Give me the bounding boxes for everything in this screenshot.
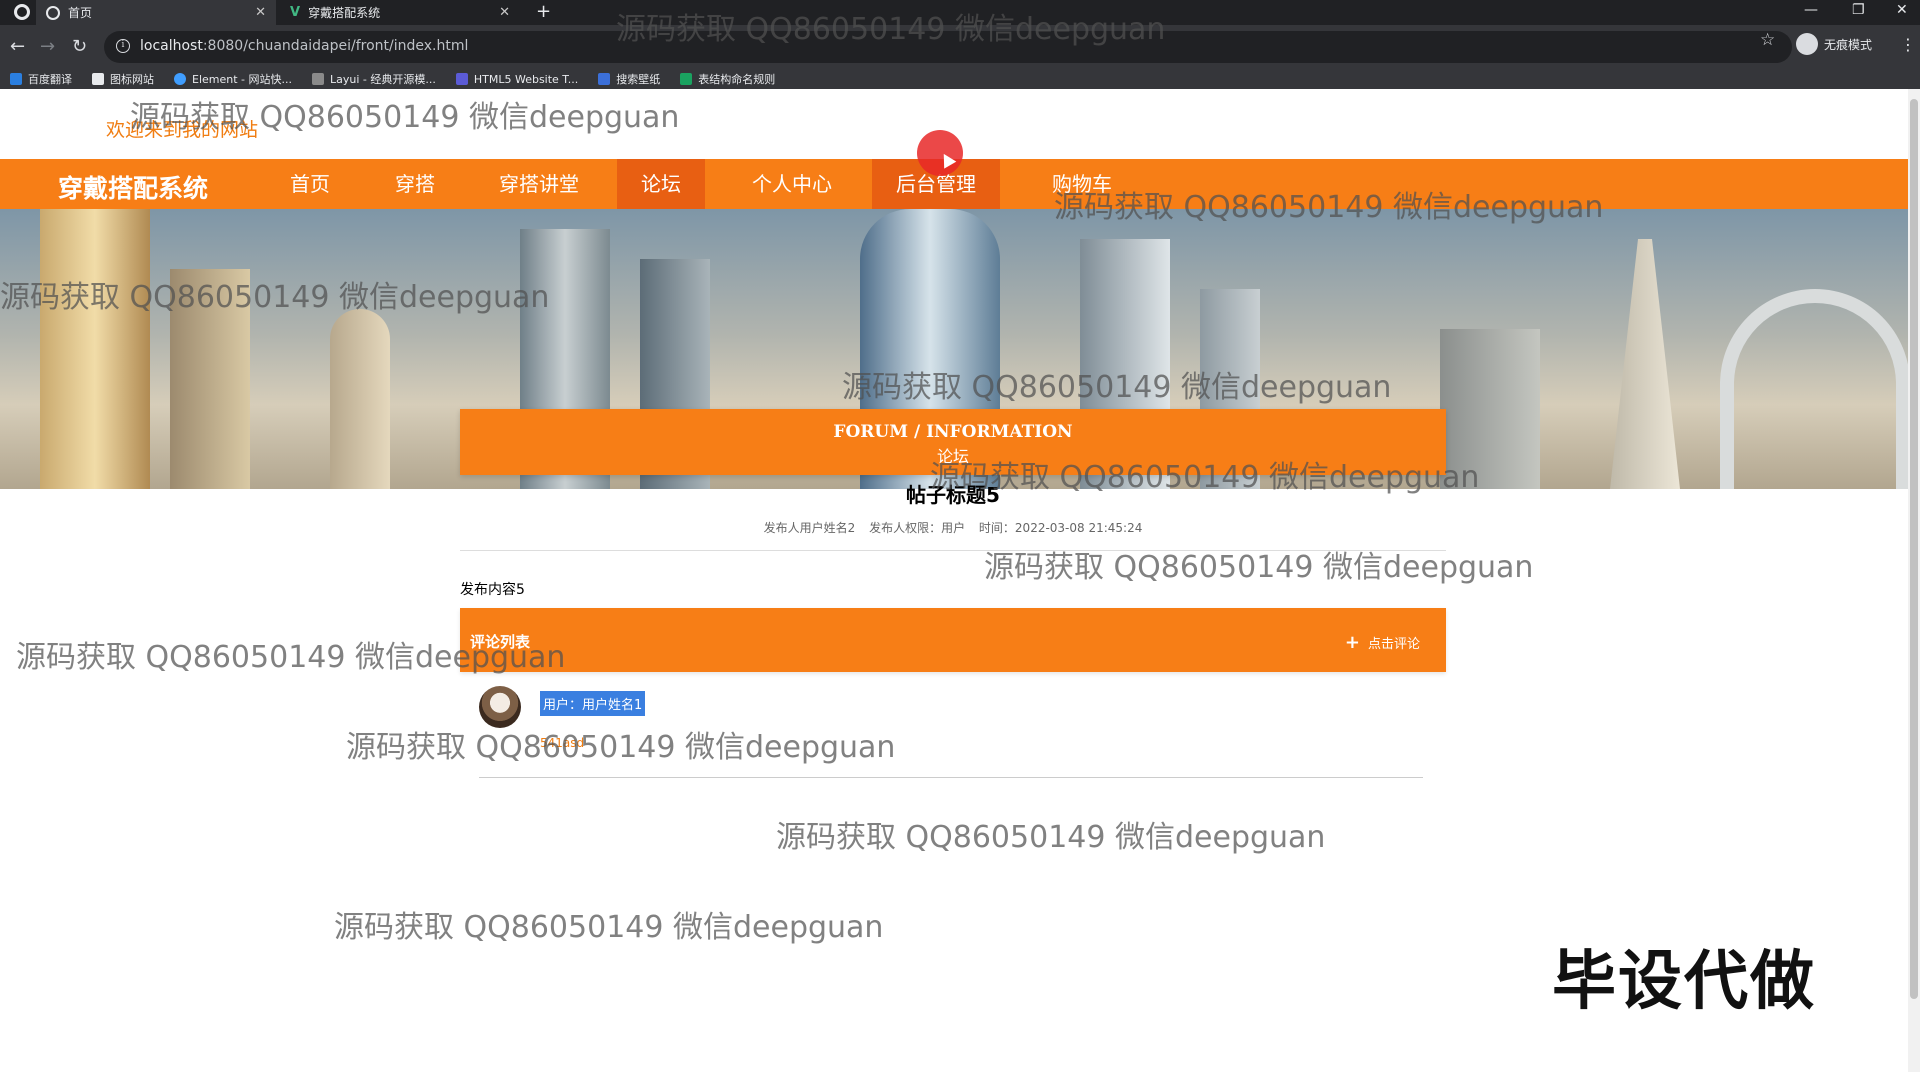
nav-lecture[interactable]: 穿搭讲堂 <box>475 159 603 209</box>
chrome-logo-icon <box>14 4 30 20</box>
bookmark-label: 图标网站 <box>110 73 154 86</box>
banner-arch <box>1720 289 1908 489</box>
watermark: 源码获取 QQ86050149 微信deepguan <box>984 550 1534 585</box>
new-tab-button[interactable]: + <box>536 1 551 22</box>
comment-list-bar: 评论列表 + 点击评论 <box>460 608 1446 672</box>
post-role: 发布人权限：用户 <box>869 521 966 535</box>
wallpaper-icon <box>598 73 611 85</box>
forum-header-en: FORUM / INFORMATION <box>833 422 1073 442</box>
divider <box>479 777 1423 778</box>
bookmark-label: HTML5 Website T... <box>473 72 579 86</box>
add-comment-button[interactable]: + 点击评论 <box>1345 632 1420 653</box>
vue-icon: V <box>290 5 301 20</box>
plus-icon: + <box>1344 632 1360 653</box>
html5-icon <box>455 73 468 85</box>
bookmark-star-icon[interactable]: ☆ <box>1760 30 1775 50</box>
tab-title: 首页 <box>68 6 93 20</box>
bookmark-item[interactable]: 百度翻译 <box>10 71 72 87</box>
element-icon <box>174 73 186 85</box>
url-text[interactable]: localhost:8080/chuandaidapei/front/index… <box>140 38 468 54</box>
back-icon[interactable]: ← <box>10 36 25 57</box>
post-time: 时间：2022-03-08 21:45:24 <box>978 521 1143 535</box>
bookmark-item[interactable]: Layui - 经典开源模... <box>312 71 436 87</box>
bookmark-item[interactable]: Element - 网站快... <box>174 71 292 87</box>
watermark: 源码获取 QQ86050149 微信deepguan <box>1054 190 1604 225</box>
watermark: 源码获取 QQ86050149 微信deepguan <box>334 910 884 945</box>
reload-icon[interactable]: ↻ <box>72 36 87 57</box>
close-icon[interactable]: ✕ <box>255 5 266 20</box>
bookmark-label: Element - 网站快... <box>192 73 292 86</box>
nav-outfits[interactable]: 穿搭 <box>371 159 459 209</box>
incognito-icon <box>1796 33 1818 55</box>
incognito-indicator[interactable]: 无痕模式 <box>1796 33 1872 55</box>
watermark: 源码获取 QQ86050149 微信deepguan <box>930 460 1480 495</box>
post-author: 发布人用户姓名2 <box>763 521 856 535</box>
minimize-button[interactable]: — <box>1804 2 1818 18</box>
watermark: 源码获取 QQ86050149 微信deepguan <box>130 100 680 135</box>
profile-label: 无痕模式 <box>1824 37 1873 52</box>
info-icon[interactable]: i <box>116 39 130 53</box>
scrollbar-thumb[interactable] <box>1910 99 1918 999</box>
banner-building <box>1610 239 1680 489</box>
watermark: 源码获取 QQ86050149 微信deepguan <box>16 640 566 675</box>
flag-icon <box>92 73 104 85</box>
comment-user: 用户：用户姓名1 <box>540 691 646 716</box>
tab-title: 穿戴搭配系统 <box>308 6 381 20</box>
tab-system[interactable]: V 穿戴搭配系统 ✕ <box>280 0 520 25</box>
watermark: 源码获取 QQ86050149 微信deepguan <box>346 730 896 765</box>
nav-forum[interactable]: 论坛 <box>617 159 705 209</box>
close-icon[interactable]: ✕ <box>499 5 510 20</box>
bookmark-label: 百度翻译 <box>28 73 72 86</box>
watermark: 源码获取 QQ86050149 微信deepguan <box>776 820 1326 855</box>
stamp-text: 毕设代做 <box>1552 945 1816 1019</box>
bookmark-item[interactable]: 表结构命名规则 <box>680 71 775 87</box>
bookmark-label: 搜索壁纸 <box>616 73 661 86</box>
bookmark-item[interactable]: 搜索壁纸 <box>598 71 660 87</box>
nav-profile[interactable]: 个人中心 <box>728 159 856 209</box>
click-indicator <box>917 130 963 176</box>
bookmark-label: 表结构命名规则 <box>698 73 776 86</box>
tab-home[interactable]: 首页 ✕ <box>36 0 276 25</box>
close-window-button[interactable]: ✕ <box>1896 2 1908 18</box>
url-host: localhost <box>140 38 203 54</box>
bookmark-label: Layui - 经典开源模... <box>330 73 436 86</box>
layui-icon <box>312 73 324 85</box>
watermark: 源码获取 QQ86050149 微信deepguan <box>0 280 550 315</box>
web-page: 欢迎来到我的网站 穿戴搭配系统 首页 穿搭 穿搭讲堂 论坛 个人中心 后台管理 … <box>0 89 1908 1072</box>
site-brand[interactable]: 穿戴搭配系统 <box>58 169 208 205</box>
post-content: 发布内容5 <box>460 582 525 598</box>
banner-building <box>40 209 150 489</box>
forward-icon[interactable]: → <box>40 36 55 57</box>
add-comment-label: 点击评论 <box>1367 637 1420 652</box>
url-path: :8080/chuandaidapei/front/index.html <box>202 38 469 54</box>
bookmarks-bar: 百度翻译 图标网站 Element - 网站快... Layui - 经典开源模… <box>0 69 1920 89</box>
watermark: 源码获取 QQ86050149 微信deepguan <box>842 370 1392 405</box>
bookmark-item[interactable]: HTML5 Website T... <box>455 72 579 86</box>
globe-icon <box>46 5 60 20</box>
watermark: 源码获取 QQ86050149 微信deepguan <box>616 12 1166 47</box>
table-icon <box>680 73 693 85</box>
bookmark-item[interactable]: 图标网站 <box>92 71 154 87</box>
restore-button[interactable]: ❐ <box>1852 2 1865 18</box>
page-scrollbar[interactable] <box>1908 89 1920 1072</box>
banner-building <box>330 309 390 489</box>
translate-icon <box>10 73 22 85</box>
menu-icon[interactable]: ⋮ <box>1900 35 1916 54</box>
post-meta: 发布人用户姓名2 发布人权限：用户 时间：2022-03-08 21:45:24 <box>460 519 1446 536</box>
nav-home[interactable]: 首页 <box>266 159 354 209</box>
